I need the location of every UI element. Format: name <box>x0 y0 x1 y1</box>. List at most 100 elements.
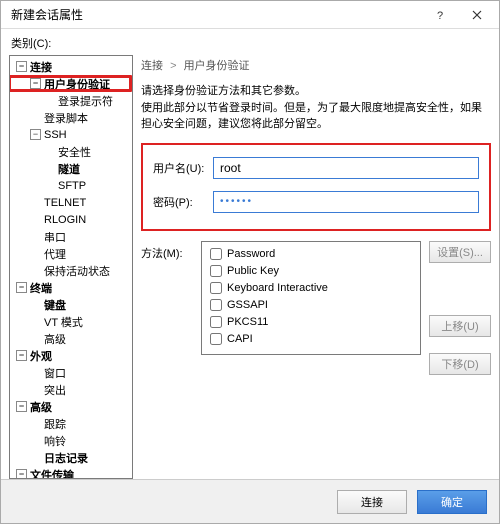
close-button[interactable] <box>459 3 495 27</box>
method-label: PKCS11 <box>227 316 268 328</box>
method-label: Public Key <box>227 265 279 277</box>
tree-item[interactable]: −终端 <box>10 279 132 296</box>
move-up-button[interactable]: 上移(U) <box>429 315 491 337</box>
tree-spacer <box>30 197 41 208</box>
tree-item-label: 高级 <box>30 399 52 415</box>
password-label: 密码(P): <box>153 194 213 210</box>
method-label: GSSAPI <box>227 299 268 311</box>
ok-button[interactable]: 确定 <box>417 490 487 514</box>
tree-spacer <box>30 265 41 276</box>
tree-item[interactable]: 突出 <box>10 381 132 398</box>
methods-side-buttons: 设置(S)... 上移(U) 下移(D) <box>421 241 491 375</box>
tree-spacer <box>30 452 41 463</box>
tree-item-label: TELNET <box>44 197 86 209</box>
tree-item[interactable]: 高级 <box>10 330 132 347</box>
tree-spacer <box>44 95 55 106</box>
method-item[interactable]: GSSAPI <box>210 297 412 314</box>
help-icon: ? <box>435 9 447 21</box>
collapse-icon[interactable]: − <box>16 401 27 412</box>
method-item[interactable]: Public Key <box>210 263 412 280</box>
collapse-icon[interactable]: − <box>16 350 27 361</box>
tree-item[interactable]: 键盘 <box>10 296 132 313</box>
methods-list[interactable]: Password Public Key Keyboard Interactive GS… <box>201 241 421 355</box>
tree-item[interactable]: −连接 <box>10 58 132 75</box>
method-item[interactable]: PKCS11 <box>210 314 412 331</box>
tree-item-label: 用户身份验证 <box>44 76 110 92</box>
tree-item-label: 代理 <box>44 246 66 262</box>
method-checkbox[interactable] <box>210 333 222 345</box>
username-input[interactable] <box>213 157 479 179</box>
tree-item[interactable]: 日志记录 <box>10 449 132 466</box>
tree-item-label: 隧道 <box>58 161 80 177</box>
settings-button[interactable]: 设置(S)... <box>429 241 491 263</box>
connect-button[interactable]: 连接 <box>337 490 407 514</box>
tree-item-label: 高级 <box>44 331 66 347</box>
category-label: 类别(C): <box>1 29 499 55</box>
tree-item[interactable]: 隧道 <box>10 160 132 177</box>
breadcrumb-current: 用户身份验证 <box>184 60 250 72</box>
tree-item[interactable]: 登录脚本 <box>10 109 132 126</box>
method-checkbox[interactable] <box>210 265 222 277</box>
method-item[interactable]: Password <box>210 246 412 263</box>
method-checkbox[interactable] <box>210 248 222 260</box>
tree-item[interactable]: VT 模式 <box>10 313 132 330</box>
breadcrumb: 连接 > 用户身份验证 <box>141 57 491 73</box>
method-item[interactable]: Keyboard Interactive <box>210 280 412 297</box>
tree-item[interactable]: SFTP <box>10 177 132 194</box>
tree-item[interactable]: −外观 <box>10 347 132 364</box>
tree-item-label: 安全性 <box>58 144 91 160</box>
tree-item[interactable]: 串口 <box>10 228 132 245</box>
tree-spacer <box>30 316 41 327</box>
method-checkbox[interactable] <box>210 299 222 311</box>
tree-spacer <box>30 333 41 344</box>
description: 请选择身份验证方法和其它参数。 使用此部分以节省登录时间。但是，为了最大限度地提… <box>141 83 491 133</box>
chevron-right-icon: > <box>170 60 176 72</box>
tree-item[interactable]: −SSH <box>10 126 132 143</box>
password-row: 密码(P): <box>153 191 479 213</box>
collapse-icon[interactable]: − <box>16 61 27 72</box>
tree-item[interactable]: 跟踪 <box>10 415 132 432</box>
method-checkbox[interactable] <box>210 316 222 328</box>
tree-item-label: 保持活动状态 <box>44 263 110 279</box>
tree-item[interactable]: 保持活动状态 <box>10 262 132 279</box>
tree-spacer <box>30 248 41 259</box>
help-button[interactable]: ? <box>423 3 459 27</box>
tree-item[interactable]: 登录提示符 <box>10 92 132 109</box>
tree-item[interactable]: TELNET <box>10 194 132 211</box>
window-title: 新建会话属性 <box>11 6 423 23</box>
desc-line1: 请选择身份验证方法和其它参数。 <box>141 83 491 100</box>
tree-item[interactable]: −用户身份验证 <box>9 75 132 92</box>
tree-item[interactable]: −高级 <box>10 398 132 415</box>
tree-spacer <box>30 435 41 446</box>
username-row: 用户名(U): <box>153 157 479 179</box>
method-checkbox[interactable] <box>210 282 222 294</box>
collapse-icon[interactable]: − <box>30 78 41 89</box>
tree-spacer <box>44 146 55 157</box>
right-pane: 连接 > 用户身份验证 请选择身份验证方法和其它参数。 使用此部分以节省登录时间… <box>141 55 491 479</box>
method-label: Password <box>227 248 275 260</box>
move-down-button[interactable]: 下移(D) <box>429 353 491 375</box>
password-input[interactable] <box>213 191 479 213</box>
collapse-icon[interactable]: − <box>16 282 27 293</box>
body: −连接−用户身份验证登录提示符登录脚本−SSH安全性隧道SFTPTELNETRL… <box>1 55 499 479</box>
credentials-highlight-frame: 用户名(U): 密码(P): <box>141 143 491 231</box>
tree-item[interactable]: RLOGIN <box>10 211 132 228</box>
method-item[interactable]: CAPI <box>210 331 412 348</box>
footer: 连接 确定 <box>1 479 499 523</box>
tree-item-label: RLOGIN <box>44 214 86 226</box>
tree-item[interactable]: 安全性 <box>10 143 132 160</box>
tree-item[interactable]: −文件传输 <box>10 466 132 479</box>
collapse-icon[interactable]: − <box>30 129 41 140</box>
desc-line2: 使用此部分以节省登录时间。但是，为了最大限度地提高安全性，如果担心安全问题，建议… <box>141 100 491 133</box>
svg-text:?: ? <box>437 10 443 21</box>
tree-item[interactable]: 响铃 <box>10 432 132 449</box>
tree-spacer <box>30 418 41 429</box>
tree-item[interactable]: 窗口 <box>10 364 132 381</box>
tree-item[interactable]: 代理 <box>10 245 132 262</box>
category-tree[interactable]: −连接−用户身份验证登录提示符登录脚本−SSH安全性隧道SFTPTELNETRL… <box>9 55 133 479</box>
tree-item-label: 突出 <box>44 382 66 398</box>
tree-item-label: 跟踪 <box>44 416 66 432</box>
breadcrumb-parent: 连接 <box>141 60 163 72</box>
tree-spacer <box>30 367 41 378</box>
collapse-icon[interactable]: − <box>16 469 27 479</box>
